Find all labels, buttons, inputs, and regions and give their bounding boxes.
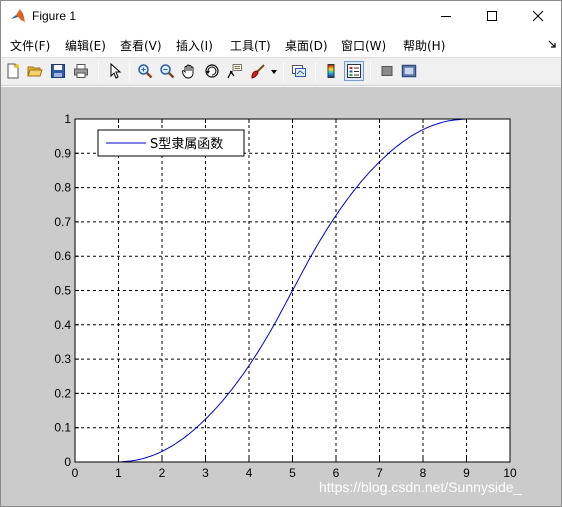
close-button[interactable] xyxy=(515,1,561,31)
link-plot-icon xyxy=(292,65,306,77)
zoom-in-icon xyxy=(138,64,153,79)
colorbar-button[interactable] xyxy=(321,61,341,81)
colorbar-icon xyxy=(327,64,335,78)
maximize-icon xyxy=(487,11,497,21)
x-tick-label: 4 xyxy=(246,466,253,480)
print-icon xyxy=(74,64,88,78)
menu-bar: 文件(F) 编辑(E) 查看(V) 插入(I) 工具(T) 桌面(D) 窗口(W… xyxy=(1,33,561,55)
x-tick-label: 0 xyxy=(72,466,79,480)
matlab-logo-icon xyxy=(11,9,25,22)
menu-window[interactable]: 窗口(W) xyxy=(341,37,386,54)
y-tick-label: 0.7 xyxy=(54,215,71,229)
maximize-button[interactable] xyxy=(469,1,515,31)
show-plot-tools-icon xyxy=(401,64,417,78)
edit-plot-arrow-icon xyxy=(110,63,122,79)
rotate-3d-button[interactable] xyxy=(202,61,222,81)
menu-desktop[interactable]: 桌面(D) xyxy=(285,37,328,54)
hide-plot-tools-button[interactable] xyxy=(377,61,397,81)
print-button[interactable] xyxy=(71,61,91,81)
rotate-3d-icon xyxy=(205,64,219,78)
legend-box[interactable]: S型隶属函数 xyxy=(97,129,245,157)
data-cursor-icon xyxy=(227,64,242,79)
x-tick-label: 10 xyxy=(503,466,517,480)
minimize-button[interactable] xyxy=(423,1,469,31)
figure-canvas[interactable]: 0 1 2 3 4 5 6 7 8 9 10 0 0.1 0.2 0.3 0.4 0.5 0.6 0.7 0.8 0.… xyxy=(1,87,561,506)
x-tick-label: 9 xyxy=(463,466,470,480)
show-plot-tools-button[interactable] xyxy=(399,61,419,81)
menu-tools[interactable]: 工具(T) xyxy=(230,37,271,54)
figure-window: Figure 1 文件(F) 编辑(E) 查看(V) 插入(I) 工具(T) 桌… xyxy=(0,0,562,507)
toolbar-separator xyxy=(370,62,371,81)
dock-arrow-icon[interactable] xyxy=(548,40,557,49)
brush-icon xyxy=(251,64,265,79)
close-icon xyxy=(532,10,544,22)
x-tick-label: 8 xyxy=(420,466,427,480)
pan-button[interactable] xyxy=(179,61,199,81)
y-tick-labels: 0 0.1 0.2 0.3 0.4 0.5 0.6 0.7 0.8 0.9 1 xyxy=(54,112,71,469)
open-file-button[interactable] xyxy=(25,61,45,81)
menu-edit[interactable]: 编辑(E) xyxy=(65,37,106,54)
y-tick-label: 0.6 xyxy=(54,249,71,263)
y-tick-label: 0.9 xyxy=(54,146,71,160)
y-tick-label: 0.3 xyxy=(54,352,71,366)
y-tick-label: 1 xyxy=(64,112,71,126)
x-tick-label: 7 xyxy=(376,466,383,480)
brush-dropdown-icon[interactable] xyxy=(271,70,277,75)
new-figure-icon xyxy=(7,63,19,79)
x-tick-label: 2 xyxy=(159,466,166,480)
save-icon xyxy=(51,64,65,78)
legend-icon xyxy=(347,64,361,78)
toolbar-separator xyxy=(315,62,316,81)
y-tick-label: 0.1 xyxy=(54,421,71,435)
x-tick-labels: 0 1 2 3 4 5 6 7 8 9 10 xyxy=(72,466,517,480)
x-tick-label: 5 xyxy=(289,466,296,480)
data-cursor-button[interactable] xyxy=(225,61,245,81)
window-title: Figure 1 xyxy=(32,9,77,23)
minimize-icon xyxy=(441,16,451,17)
toolbar-separator xyxy=(98,62,99,81)
pan-hand-icon xyxy=(182,64,194,79)
new-figure-button[interactable] xyxy=(3,61,23,81)
brush-button[interactable] xyxy=(248,61,268,81)
watermark-text: https://blog.csdn.net/Sunnyside_ xyxy=(319,479,522,495)
link-plot-button[interactable] xyxy=(289,61,309,81)
x-tick-label: 6 xyxy=(333,466,340,480)
menu-insert[interactable]: 插入(I) xyxy=(176,37,213,54)
y-tick-label: 0.4 xyxy=(54,318,71,332)
y-tick-label: 0.5 xyxy=(54,284,71,298)
y-tick-label: 0.8 xyxy=(54,181,71,195)
toolbar-separator xyxy=(283,62,284,81)
y-tick-label: 0.2 xyxy=(54,386,71,400)
open-file-icon xyxy=(27,66,43,77)
legend-button[interactable] xyxy=(344,61,364,81)
plot-area[interactable]: 0 1 2 3 4 5 6 7 8 9 10 0 0.1 0.2 0.3 0.4 0.5 0.6 0.7 0.8 0.… xyxy=(1,87,561,506)
legend-label: S型隶属函数 xyxy=(150,137,223,152)
toolbar-separator xyxy=(129,62,130,81)
edit-plot-button[interactable] xyxy=(105,61,125,81)
menu-help[interactable]: 帮助(H) xyxy=(403,37,445,54)
zoom-out-icon xyxy=(160,64,175,79)
y-tick-label: 0 xyxy=(64,455,71,469)
menu-file[interactable]: 文件(F) xyxy=(10,37,50,54)
save-button[interactable] xyxy=(48,61,68,81)
title-bar[interactable]: Figure 1 xyxy=(1,1,561,31)
x-tick-label: 1 xyxy=(115,466,122,480)
zoom-out-button[interactable] xyxy=(157,61,177,81)
zoom-in-button[interactable] xyxy=(135,61,155,81)
x-tick-label: 3 xyxy=(202,466,209,480)
hide-plot-tools-icon xyxy=(381,66,393,76)
figure-toolbar xyxy=(1,57,561,86)
menu-view[interactable]: 查看(V) xyxy=(120,37,162,54)
